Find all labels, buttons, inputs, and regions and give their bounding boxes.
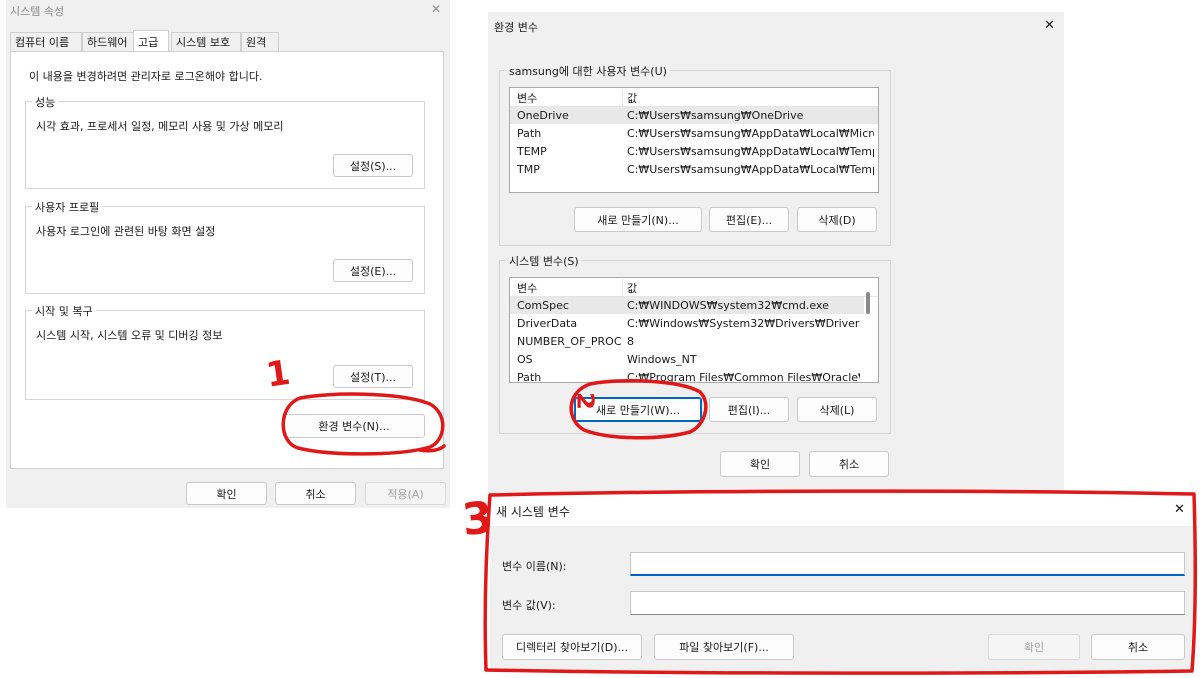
variable-value-label: 변수 값(V):: [502, 599, 556, 612]
performance-group: 성능 시각 효과, 프로세서 일정, 메모리 사용 및 가상 메모리 설정(S)…: [25, 94, 425, 189]
new-var-ok-button[interactable]: 확인: [988, 634, 1080, 660]
startup-recovery-settings-button[interactable]: 설정(T)...: [333, 365, 413, 388]
startup-recovery-desc: 시스템 시작, 시스템 오류 및 디버깅 정보: [36, 329, 223, 342]
apply-button[interactable]: 적용(A): [365, 482, 446, 505]
user-delete-button[interactable]: 삭제(D): [797, 207, 877, 232]
list-item[interactable]: DriverData C:₩Windows₩System32₩Drivers₩D…: [510, 315, 864, 332]
environment-variables-button[interactable]: 환경 변수(N)...: [283, 414, 425, 438]
performance-desc: 시각 효과, 프로세서 일정, 메모리 사용 및 가상 메모리: [36, 120, 284, 133]
new-var-cancel-button[interactable]: 취소: [1091, 634, 1185, 660]
tab-system-protection[interactable]: 시스템 보호: [171, 32, 241, 51]
list-item[interactable]: Path C:₩Program Files₩Common Files₩Oracl…: [510, 369, 864, 382]
performance-settings-button[interactable]: 설정(S)...: [333, 154, 413, 177]
list-item[interactable]: NUMBER_OF_PROC... 8: [510, 333, 864, 350]
tab-remote[interactable]: 원격: [241, 32, 279, 51]
system-new-button[interactable]: 새로 만들기(W)...: [574, 397, 702, 422]
user-profile-settings-button[interactable]: 설정(E)...: [333, 259, 413, 282]
browse-directory-button[interactable]: 디렉터리 찾아보기(D)...: [502, 634, 642, 660]
user-new-button[interactable]: 새로 만들기(N)...: [574, 207, 702, 232]
close-icon[interactable]: ✕: [1044, 18, 1055, 33]
user-profile-legend: 사용자 프로필: [32, 199, 103, 215]
startup-recovery-legend: 시작 및 복구: [32, 303, 96, 319]
list-item[interactable]: OneDrive C:₩Users₩samsung₩OneDrive: [510, 107, 878, 124]
column-header-value[interactable]: 값: [627, 280, 874, 296]
list-header: 변수 값: [510, 279, 878, 297]
cancel-button[interactable]: 취소: [275, 482, 356, 505]
new-system-variable-window: 새 시스템 변수 ✕ 변수 이름(N): 변수 값(V): 디렉터리 찾아보기(…: [490, 494, 1194, 672]
ok-button[interactable]: 확인: [186, 482, 267, 505]
window-title: 새 시스템 변수: [496, 505, 570, 519]
environment-variables-window: 환경 변수 ✕ samsung에 대한 사용자 변수(U) 변수 값 OneDr…: [488, 12, 1064, 496]
performance-legend: 성능: [32, 94, 59, 110]
admin-note: 이 내용을 변경하려면 관리자로 로그온해야 합니다.: [29, 70, 263, 83]
title-bar: [490, 494, 1194, 526]
variable-value-input[interactable]: [630, 591, 1185, 615]
tab-hardware[interactable]: 하드웨어: [82, 32, 134, 51]
system-variables-legend: 시스템 변수(S): [506, 253, 582, 269]
env-ok-button[interactable]: 확인: [720, 451, 800, 477]
user-profile-group: 사용자 프로필 사용자 로그인에 관련된 바탕 화면 설정 설정(E)...: [25, 199, 425, 294]
tab-advanced[interactable]: 고급: [133, 30, 169, 52]
system-edit-button[interactable]: 편집(I)...: [709, 397, 789, 422]
system-delete-button[interactable]: 삭제(L): [797, 397, 877, 422]
list-header: 변수 값: [510, 89, 878, 107]
column-header-value[interactable]: 값: [627, 90, 874, 106]
user-variables-list[interactable]: 변수 값 OneDrive C:₩Users₩samsung₩OneDrive …: [509, 87, 879, 193]
tab-computer-name[interactable]: 컴퓨터 이름: [10, 32, 82, 51]
user-profile-desc: 사용자 로그인에 관련된 바탕 화면 설정: [36, 225, 216, 238]
system-variables-list[interactable]: 변수 값 ComSpec C:₩WINDOWS₩system32₩cmd.exe…: [509, 277, 879, 383]
system-properties-window: 시스템 속성 ✕ 컴퓨터 이름 하드웨어 고급 시스템 보호 원격 이 내용을 …: [6, 0, 450, 508]
list-item[interactable]: TEMP C:₩Users₩samsung₩AppData₩Local₩Temp: [510, 143, 878, 160]
user-variables-group: samsung에 대한 사용자 변수(U) 변수 값 OneDrive C:₩U…: [499, 63, 891, 246]
column-divider: [622, 89, 623, 106]
user-edit-button[interactable]: 편집(E)...: [709, 207, 789, 232]
scrollbar[interactable]: [866, 292, 870, 314]
window-title: 환경 변수: [494, 21, 538, 34]
browse-file-button[interactable]: 파일 찾아보기(F)...: [654, 634, 794, 660]
env-cancel-button[interactable]: 취소: [809, 451, 889, 477]
window-title: 시스템 속성: [10, 5, 65, 18]
variable-name-label: 변수 이름(N):: [502, 560, 567, 573]
close-icon[interactable]: ✕: [431, 2, 441, 16]
system-variables-group: 시스템 변수(S) 변수 값 ComSpec C:₩WINDOWS₩system…: [499, 253, 891, 434]
close-icon[interactable]: ✕: [1174, 502, 1185, 517]
advanced-tab-panel: 이 내용을 변경하려면 관리자로 로그온해야 합니다. 성능 시각 효과, 프로…: [10, 51, 444, 469]
variable-name-input[interactable]: [630, 552, 1185, 576]
column-header-variable[interactable]: 변수: [517, 280, 621, 296]
column-divider: [622, 279, 623, 296]
list-item[interactable]: TMP C:₩Users₩samsung₩AppData₩Local₩Temp: [510, 161, 878, 178]
list-item[interactable]: OS Windows_NT: [510, 351, 864, 368]
startup-recovery-group: 시작 및 복구 시스템 시작, 시스템 오류 및 디버깅 정보 설정(T)...: [25, 303, 425, 400]
list-item[interactable]: Path C:₩Users₩samsung₩AppData₩Local₩Micr…: [510, 125, 878, 142]
list-item[interactable]: ComSpec C:₩WINDOWS₩system32₩cmd.exe: [510, 297, 864, 314]
column-header-variable[interactable]: 변수: [517, 90, 621, 106]
user-variables-legend: samsung에 대한 사용자 변수(U): [506, 63, 670, 79]
